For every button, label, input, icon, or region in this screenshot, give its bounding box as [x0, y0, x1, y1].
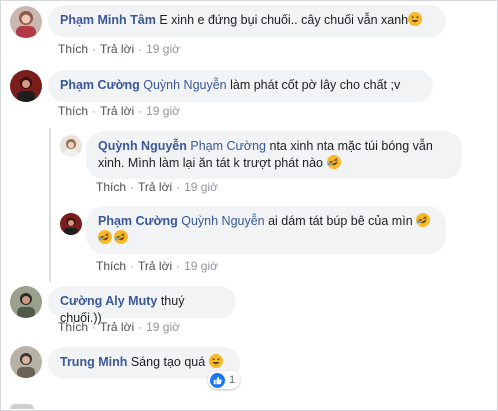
commenter-name[interactable]: Phạm Cường [60, 78, 140, 92]
commenter-name[interactable]: Quỳnh Nguyễn [98, 139, 187, 153]
grinning-face-icon [408, 12, 423, 26]
comment-bubble: Cường Aly Muty thuý chuối.)) [48, 286, 236, 325]
mention-link[interactable]: Phạm Cường [190, 139, 266, 153]
comment-text: làm phát cốt pờ lây cho chất ;v [230, 78, 401, 92]
rolling-laughing-icon [114, 230, 128, 244]
rolling-laughing-icon [416, 213, 431, 227]
comment-actions: Thích · Trả lời · 19 giờ [58, 42, 180, 56]
like-link[interactable]: Thích [58, 320, 88, 334]
comment-text: E xinh e đứng bụi chuối.. cây chuối vẫn … [159, 13, 409, 27]
reply-link[interactable]: Trả lời [100, 320, 134, 334]
timestamp[interactable]: 19 giờ [184, 259, 218, 273]
comment-actions: Thích · Trả lời · 19 giờ [58, 104, 180, 118]
comment-actions: Thích · Trả lời · 19 giờ [96, 180, 218, 194]
comment-bubble: Phạm Minh Tâm E xinh e đứng bụi chuối.. … [48, 5, 446, 37]
timestamp[interactable]: 19 giờ [146, 104, 180, 118]
rolling-laughing-icon [98, 230, 112, 244]
reply-link[interactable]: Trả lời [100, 42, 134, 56]
avatar[interactable] [10, 286, 42, 318]
avatar[interactable] [10, 70, 42, 102]
comment-text: xinh. Mình làm lại ăn tát k trượt phát n… [98, 156, 324, 170]
like-link[interactable]: Thích [58, 42, 88, 56]
rolling-laughing-icon [326, 155, 341, 169]
comment-text: Sáng tạo quá [130, 355, 206, 369]
like-link[interactable]: Thích [96, 180, 126, 194]
avatar[interactable] [60, 213, 82, 235]
grinning-face-icon [208, 354, 223, 368]
commenter-name[interactable]: Trung Minh [60, 355, 127, 369]
reaction-count[interactable]: 1 [208, 371, 241, 389]
reply-link[interactable]: Trả lời [138, 259, 172, 273]
reply-link[interactable]: Trả lời [138, 180, 172, 194]
avatar[interactable] [10, 346, 42, 378]
comment-text: ai dám tát búp bê của mìn [268, 214, 413, 228]
commenter-name[interactable]: Phạm Cường [98, 214, 178, 228]
like-link[interactable]: Thích [58, 104, 88, 118]
timestamp[interactable]: 19 giờ [146, 320, 180, 334]
comment-bubble: Phạm Cường Quỳnh Nguyễn làm phát cốt pờ … [48, 70, 433, 102]
avatar[interactable] [10, 6, 42, 38]
avatar[interactable] [60, 135, 82, 157]
comment-text: nta xinh nta mặc túi bóng vẫn [269, 139, 433, 153]
commenter-name[interactable]: Cường Aly Muty [60, 294, 157, 308]
mention-link[interactable]: Quỳnh Nguyễn [143, 78, 226, 92]
reply-bubble: Quỳnh Nguyễn Phạm Cường nta xinh nta mặc… [86, 131, 462, 179]
like-link[interactable]: Thích [96, 259, 126, 273]
thumbs-up-icon [210, 372, 225, 388]
timestamp[interactable]: 19 giờ [184, 180, 218, 194]
partial-next-item [10, 404, 34, 409]
reply-thread-line [49, 128, 51, 282]
reply-bubble: Phạm Cường Quỳnh Nguyễn ai dám tát búp b… [86, 206, 446, 254]
commenter-name[interactable]: Phạm Minh Tâm [60, 13, 156, 27]
reply-link[interactable]: Trả lời [100, 104, 134, 118]
mention-link[interactable]: Quỳnh Nguyễn [181, 214, 264, 228]
comment-actions: Thích · Trả lời · 19 giờ [96, 259, 218, 273]
comment-actions: Thích · Trả lời · 19 giờ [58, 320, 180, 334]
timestamp[interactable]: 19 giờ [146, 42, 180, 56]
reaction-count-label: 1 [229, 374, 236, 386]
